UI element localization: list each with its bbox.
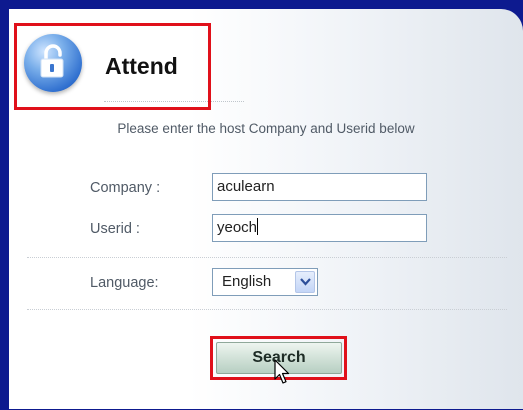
company-value: aculearn [217,178,275,195]
text-caret [257,218,259,235]
userid-value: yeoch [217,219,258,236]
attend-panel: Attend Please enter the host Company and… [9,9,523,409]
highlight-box-header [14,23,211,110]
divider [27,309,507,310]
company-label: Company : [90,180,161,196]
language-value: English [222,273,272,290]
language-select[interactable]: English [212,268,318,296]
mouse-cursor-icon [274,359,290,384]
company-input[interactable]: aculearn [212,173,427,201]
header: Attend [9,9,523,119]
language-label: Language: [90,275,159,291]
chevron-down-icon[interactable] [295,271,315,293]
userid-input[interactable]: yeoch [212,214,427,242]
divider [27,257,507,258]
instruction-text: Please enter the host Company and Userid… [117,121,415,136]
userid-label: Userid : [90,221,140,237]
